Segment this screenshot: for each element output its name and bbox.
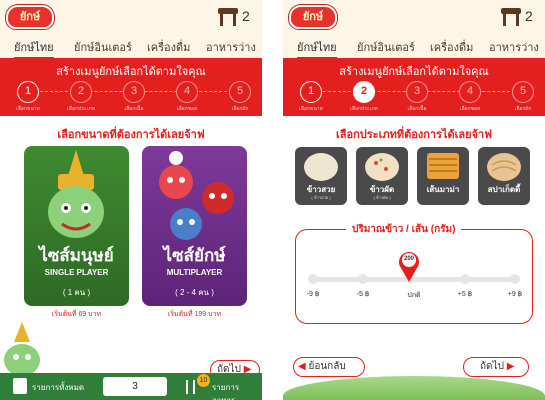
food-option-spaghetti[interactable]: สปาเก็ตตี้ (478, 147, 530, 205)
multiplayer-card[interactable]: ไซส์ยักษ์ MULTIPLAYER ( 2 - 4 คน ) (142, 146, 247, 306)
step-5: 5 (229, 81, 251, 103)
section-heading: เลือกประเภทที่ต้องการได้เลยจ้าฟ (336, 129, 492, 141)
step-label-2: เลือกประเภท (350, 106, 378, 112)
step-1: 1 (17, 81, 39, 103)
next-arrow-icon: ▶ (506, 361, 515, 372)
slider-value: 200 (403, 256, 414, 262)
step-banner: สร้างเมนูยักษ์เลือกได้ตามใจคุณ 1 2 3 4 5… (0, 58, 262, 116)
next-button[interactable]: ถัดไป ▶ (463, 357, 529, 377)
step-label-5: เลือกผัก (514, 106, 532, 112)
all-items-button[interactable]: รายการทั้งหมด (32, 381, 84, 394)
back-arrow-icon: ◀ (298, 361, 306, 372)
table-number: 2 (242, 8, 250, 24)
food-option-mama-noodle[interactable]: เส้นมาม่า (417, 147, 469, 205)
banner-title: สร้างเมนูยักษ์เลือกได้ตามใจคุณ (56, 66, 206, 78)
table-icon (218, 8, 238, 26)
next-label: ถัดไป (480, 361, 504, 372)
single-size-screen: ยักษ์ 2 ยักษ์ไทย ยักษ์อินเตอร์ เครื่องดื… (0, 0, 262, 400)
rice-icon (304, 153, 338, 181)
order-bar: รายการทั้งหมด 3 10 รายการอาหาร (0, 373, 262, 400)
step-label-1: เลือกขนาด (299, 106, 323, 112)
tick-label: +9 ฿ (507, 291, 523, 298)
step-5: 5 (512, 81, 534, 103)
single-subtitle: SINGLE PLAYER (44, 268, 109, 277)
slider-thumb[interactable] (397, 248, 421, 284)
tick-label: ปกติ (407, 292, 421, 299)
single-count: ( 1 คน ) (62, 288, 91, 297)
tab-yak-thai[interactable]: ยักษ์ไทย (297, 38, 337, 59)
tab-snacks[interactable]: อาหารว่าง (206, 38, 256, 56)
slider-dot[interactable] (358, 274, 368, 284)
slider-dot[interactable] (308, 274, 318, 284)
slider-dot[interactable] (460, 274, 470, 284)
step-label-4: เลือกซอส (176, 106, 198, 112)
mascot-giant-icon (4, 322, 40, 375)
section-heading: เลือกขนาดที่ต้องการได้เลยจ้าฟ (57, 129, 205, 141)
giant-mask-illustration (48, 150, 104, 238)
category-tabs: ยักษ์ไทย ยักษ์อินเตอร์ เครื่องดื่ม อาหาร… (283, 35, 545, 59)
step-label-1: เลือกขนาด (16, 106, 40, 112)
food-sublabel: ( ข้าวสวย ) (311, 195, 331, 200)
slider-dot[interactable] (510, 274, 520, 284)
step-3: 3 (123, 81, 145, 103)
step-label-3: เลือกเนื้อ (407, 106, 427, 112)
food-option-fried-rice[interactable]: ข้าวผัด ( ข้าวผัด ) (356, 147, 408, 205)
portion-title: ปริมาณข้าว / เส้น (กรัม) (346, 222, 462, 237)
giant-group-illustration (159, 151, 234, 240)
tick-label: -5 ฿ (356, 291, 370, 298)
table-number: 2 (525, 8, 533, 24)
fried-rice-icon (365, 153, 399, 181)
cart-count-badge: 10 (197, 374, 210, 387)
grass-ground (283, 376, 545, 400)
brand-logo[interactable]: ยักษ์ (6, 5, 54, 29)
tab-yak-inter[interactable]: ยักษ์อินเตอร์ (74, 38, 132, 56)
multi-subtitle: MULTIPLAYER (166, 268, 223, 277)
banner-title: สร้างเมนูยักษ์เลือกได้ตามใจคุณ (339, 66, 489, 78)
table-icon (501, 8, 521, 26)
brand-logo[interactable]: ยักษ์ (289, 5, 337, 29)
step-2: 2 (70, 81, 92, 103)
step-1: 1 (300, 81, 322, 103)
step-banner: สร้างเมนูยักษ์เลือกได้ตามใจคุณ 1 2 3 4 5… (283, 58, 545, 116)
multi-price: เริ่มต้นที่ 199 บาท (167, 311, 222, 318)
tick-label: -9 ฿ (306, 291, 320, 298)
step-4: 4 (459, 81, 481, 103)
food-list-button[interactable]: รายการอาหาร (212, 381, 262, 400)
back-label: ย้อนกลับ (308, 361, 346, 372)
food-label: สปาเก็ตตี้ (487, 185, 521, 194)
tab-yak-thai[interactable]: ยักษ์ไทย (14, 38, 54, 59)
order-list-icon (13, 378, 27, 394)
step-label-2: เลือกประเภท (67, 106, 95, 112)
multi-title: ไซส์ยักษ์ (163, 246, 226, 265)
tab-snacks[interactable]: อาหารว่าง (489, 38, 539, 56)
food-sublabel: ( ข้าวผัด ) (373, 195, 391, 200)
step-label-5: เลือกผัก (231, 106, 249, 112)
step-label-4: เลือกซอส (459, 106, 481, 112)
step-4: 4 (176, 81, 198, 103)
single-price: เริ่มต้นที่ 69 บาท (51, 311, 102, 318)
multi-count: ( 2 - 4 คน ) (175, 288, 214, 297)
tab-drinks[interactable]: เครื่องดื่ม (147, 38, 190, 56)
top-bar: ยักษ์ 2 (283, 0, 545, 35)
food-label: เส้นมาม่า (426, 185, 460, 194)
food-option-rice[interactable]: ข้าวสวย ( ข้าวสวย ) (295, 147, 347, 205)
step-label-3: เลือกเนื้อ (124, 106, 144, 112)
tab-yak-inter[interactable]: ยักษ์อินเตอร์ (357, 38, 415, 56)
category-tabs: ยักษ์ไทย ยักษ์อินเตอร์ เครื่องดื่ม อาหาร… (0, 35, 262, 59)
back-button[interactable]: ◀ ย้อนกลับ (293, 357, 365, 377)
noodle-icon (427, 153, 459, 179)
tick-label: +5 ฿ (457, 291, 473, 298)
spaghetti-icon (487, 153, 521, 181)
tab-drinks[interactable]: เครื่องดื่ม (430, 38, 473, 56)
step-2: 2 (353, 81, 375, 103)
single-title: ไซส์มนุษย์ (39, 246, 114, 265)
type-select-screen: ยักษ์ 2 ยักษ์ไทย ยักษ์อินเตอร์ เครื่องดื… (283, 0, 545, 400)
step-3: 3 (406, 81, 428, 103)
quantity-field[interactable]: 3 (103, 377, 167, 396)
top-bar: ยักษ์ 2 (0, 0, 262, 35)
portion-size-box: ปริมาณข้าว / เส้น (กรัม) 200 -9 ฿ -5 ฿ ป… (295, 222, 533, 324)
single-player-card[interactable]: ไซส์มนุษย์ SINGLE PLAYER ( 1 คน ) (24, 146, 129, 306)
